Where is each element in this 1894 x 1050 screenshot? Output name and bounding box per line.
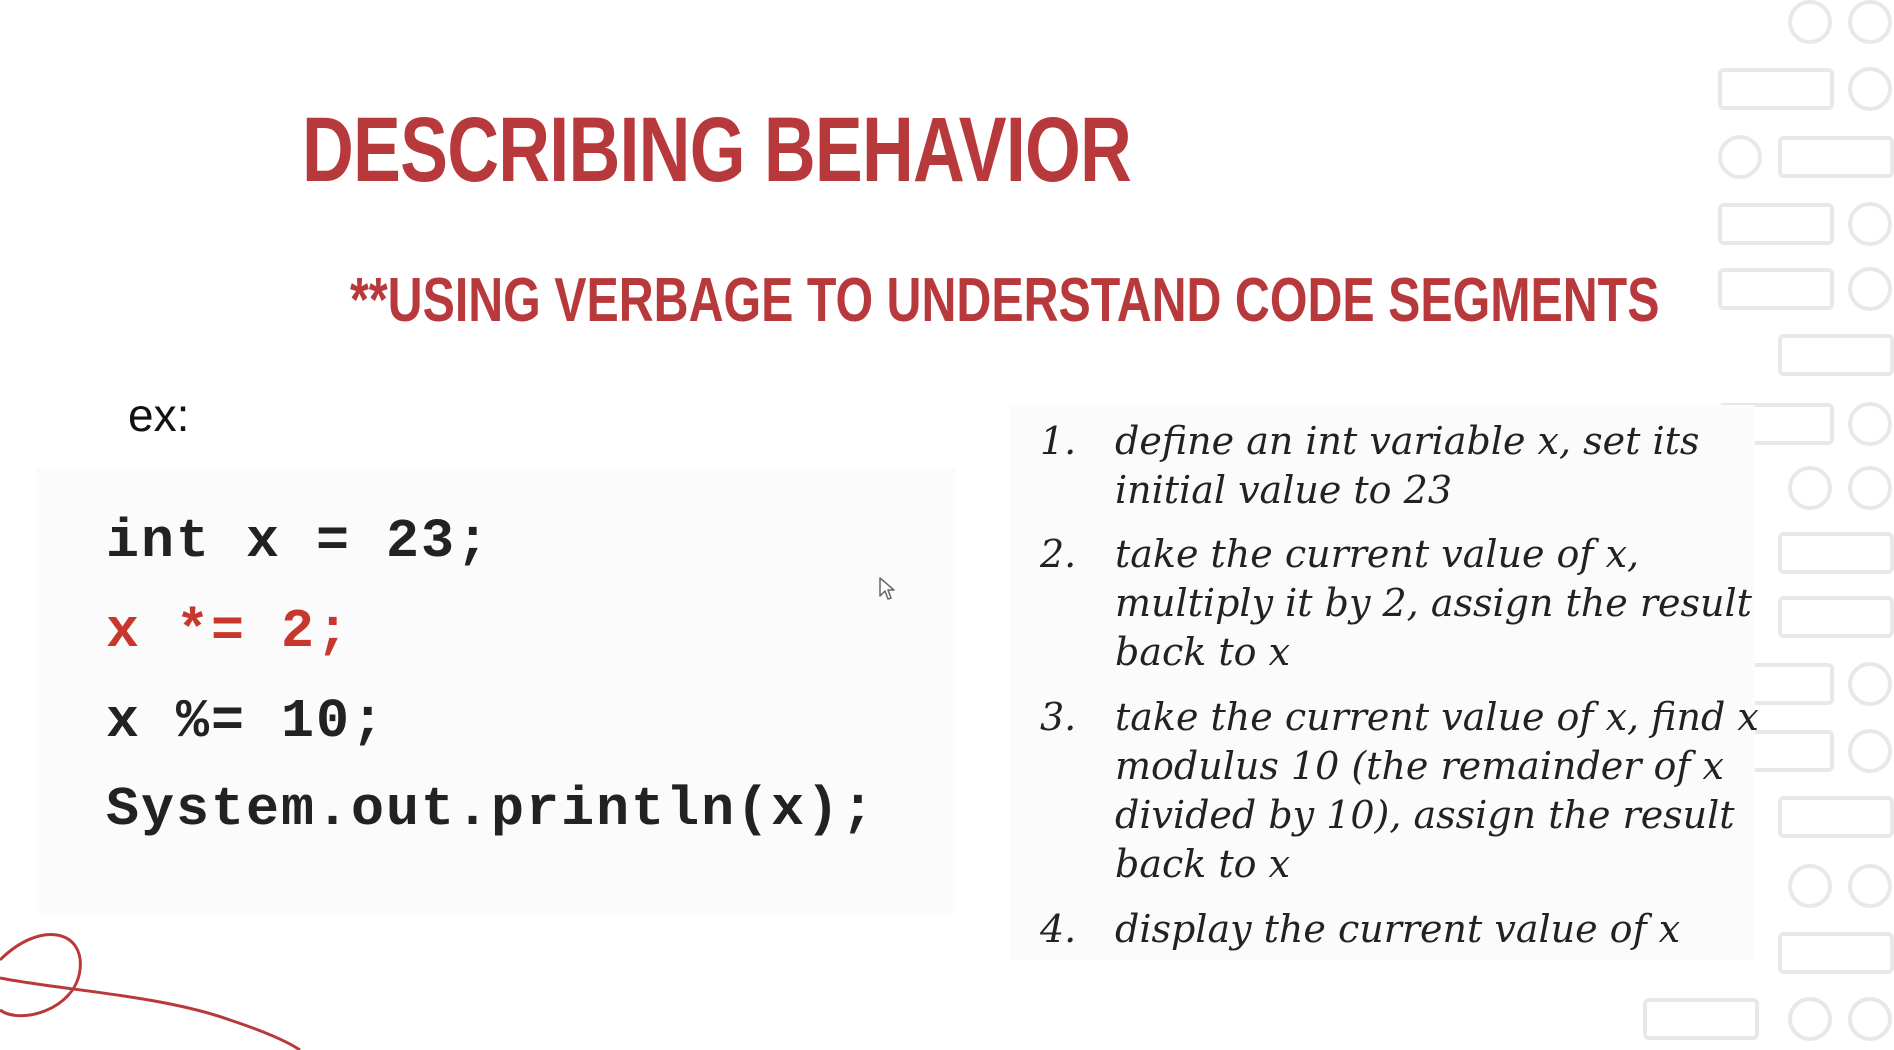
item-number: 1. — [1040, 419, 1077, 463]
swirl-decoration — [0, 900, 320, 1050]
code-panel: int x = 23; x *= 2; x %= 10; System.out.… — [36, 468, 956, 913]
example-label: ex: — [128, 389, 190, 441]
item-text: take the current value of x, find x modu… — [1115, 695, 1759, 886]
slide: Describing Behavior **Using verbage to u… — [0, 0, 1894, 1050]
slide-title: Describing Behavior — [302, 99, 1132, 201]
slide-subtitle: **Using verbage to understand code segme… — [350, 266, 1660, 335]
item-text: define an int variable x, set its initia… — [1115, 419, 1700, 512]
item-text: take the current value of x, multiply it… — [1115, 532, 1752, 674]
item-text: display the current value of x — [1115, 907, 1681, 951]
item-number: 2. — [1040, 532, 1077, 576]
code-line-highlighted: x *= 2; — [106, 600, 352, 663]
explanation-panel: 1. define an int variable x, set its ini… — [1010, 405, 1759, 960]
mouse-pointer-icon — [878, 576, 896, 602]
item-number: 3. — [1040, 695, 1077, 739]
code-line: System.out.println(x); — [106, 778, 877, 841]
code-line: x %= 10; — [106, 690, 387, 753]
item-number: 4. — [1040, 907, 1077, 951]
code-line: int x = 23; — [106, 510, 492, 573]
